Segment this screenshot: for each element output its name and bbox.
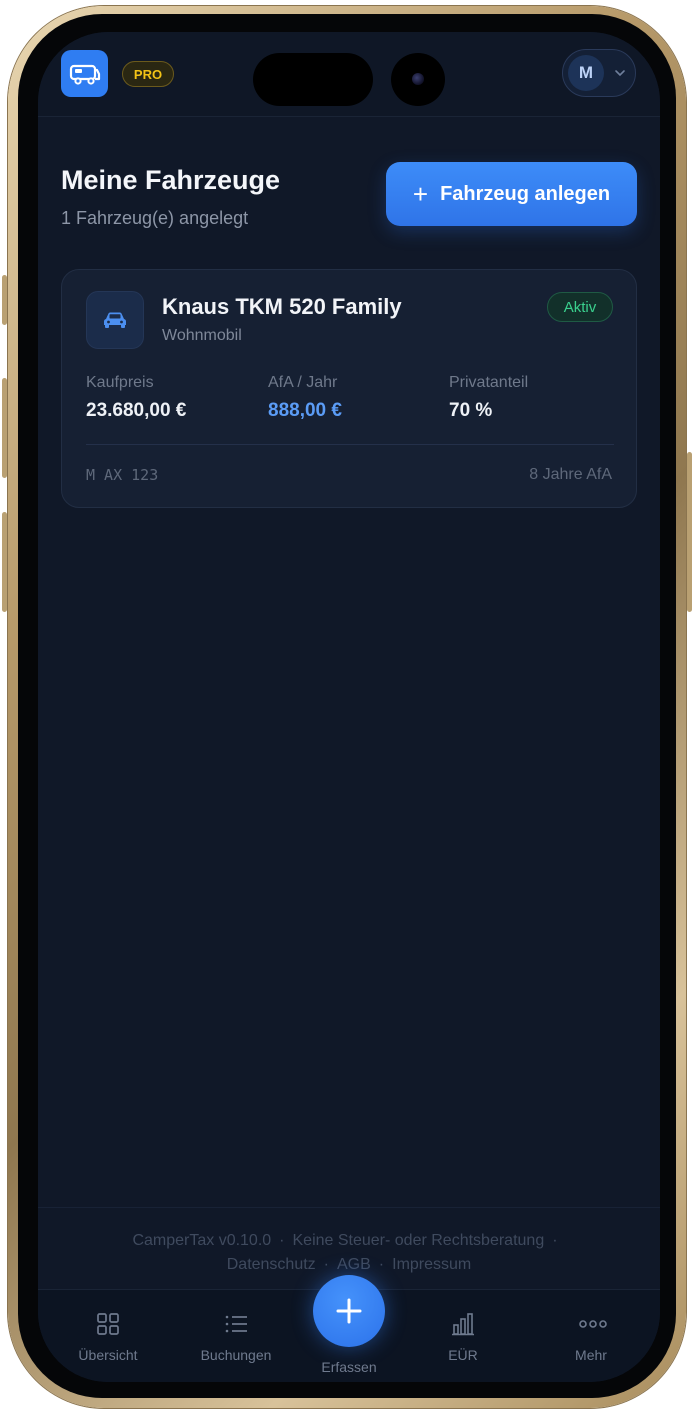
add-entry-fab-button[interactable] — [313, 1275, 385, 1347]
tab-bookings[interactable]: Buchungen — [181, 1290, 291, 1382]
avatar: M — [568, 55, 604, 91]
list-icon — [225, 1315, 247, 1333]
tab-more-label: Mehr — [575, 1347, 607, 1363]
imprint-link[interactable]: Impressum — [392, 1256, 471, 1273]
camper-van-icon — [69, 64, 100, 85]
license-plate: M AX 123 — [86, 466, 159, 484]
chevron-down-icon — [615, 70, 625, 77]
depreciation-value: 888,00 € — [268, 400, 342, 421]
purchase-price-label: Kaufpreis — [86, 374, 154, 391]
privacy-link[interactable]: Datenschutz — [227, 1256, 316, 1273]
vehicle-name: Knaus TKM 520 Family — [162, 294, 402, 319]
plus-icon: + — [412, 179, 429, 209]
card-divider — [86, 444, 614, 445]
purchase-price-value: 23.680,00 € — [86, 400, 187, 421]
pro-badge: PRO — [122, 61, 174, 87]
private-share-label: Privatanteil — [449, 374, 529, 391]
tab-eur[interactable]: EÜR — [408, 1290, 518, 1382]
page-subtitle: 1 Fahrzeug(e) angelegt — [61, 208, 249, 228]
vehicle-card[interactable]: Knaus TKM 520 Family Wohnmobil Aktiv Kau… — [61, 269, 637, 508]
dynamic-island — [253, 53, 373, 106]
tab-more[interactable]: Mehr — [536, 1290, 646, 1382]
phone-volume-down-button — [2, 512, 7, 612]
legal-disclaimer: Keine Steuer- oder Rechtsberatung — [292, 1232, 545, 1249]
tab-overview[interactable]: Übersicht — [53, 1290, 163, 1382]
phone-side-button — [2, 275, 7, 325]
phone-power-button — [687, 452, 692, 612]
add-vehicle-button[interactable]: + Fahrzeug anlegen — [386, 162, 637, 226]
camera-lens — [412, 73, 424, 85]
phone-volume-up-button — [2, 378, 7, 478]
user-menu-button[interactable]: M — [562, 49, 636, 97]
status-badge: Aktiv — [547, 292, 613, 322]
car-icon — [86, 291, 144, 349]
add-vehicle-label: Fahrzeug anlegen — [440, 182, 611, 205]
tab-bookings-label: Buchungen — [200, 1347, 272, 1363]
app-screen: PRO M Meine Fahrzeuge 1 Fahrzeug(e) ange… — [38, 32, 660, 1382]
footer-links: Datenschutz · AGB · Impressum — [226, 1256, 472, 1273]
tab-eur-label: EÜR — [448, 1347, 478, 1363]
tab-capture-label: Erfassen — [321, 1359, 377, 1375]
grid-icon — [97, 1313, 119, 1335]
page-title: Meine Fahrzeuge — [61, 165, 281, 195]
private-share-value: 70 % — [449, 400, 493, 421]
footer-line-1: CamperTax v0.10.0 · Keine Steuer- oder Rec… — [132, 1232, 558, 1249]
top-bar: PRO M — [38, 32, 660, 117]
more-dots-icon — [579, 1320, 607, 1328]
depreciation-label: AfA / Jahr — [268, 374, 338, 391]
app-version: CamperTax v0.10.0 — [132, 1232, 272, 1249]
vehicle-type: Wohnmobil — [162, 327, 242, 344]
front-camera — [391, 53, 445, 106]
terms-link[interactable]: AGB — [337, 1256, 371, 1273]
plus-icon — [336, 1298, 362, 1324]
depreciation-years: 8 Jahre AfA — [529, 466, 612, 483]
bar-chart-icon — [452, 1313, 474, 1336]
app-logo[interactable] — [61, 50, 108, 97]
tab-overview-label: Übersicht — [78, 1347, 138, 1363]
